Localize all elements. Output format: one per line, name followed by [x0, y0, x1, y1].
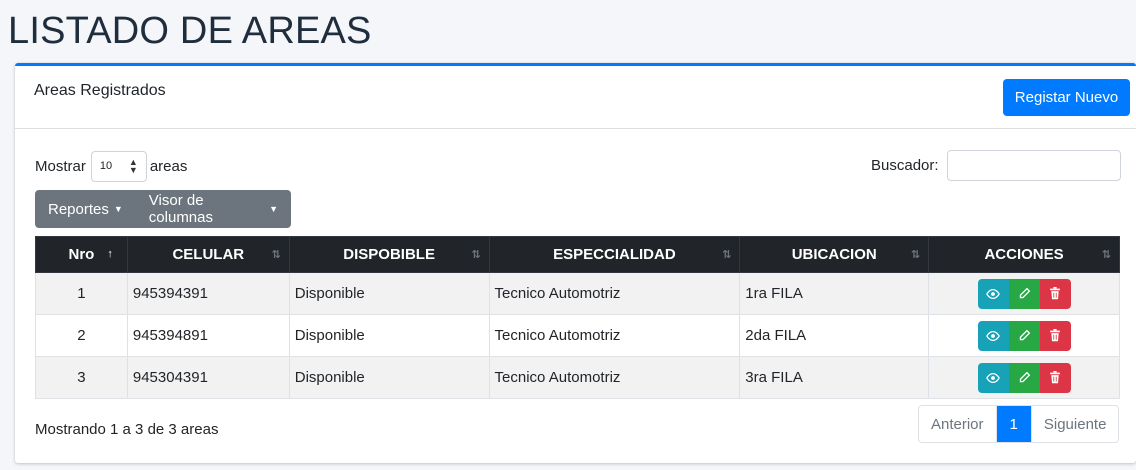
pagination-previous[interactable]: Anterior: [919, 406, 997, 442]
trash-icon: [1050, 329, 1060, 342]
pagination-next[interactable]: Siguiente: [1030, 406, 1119, 442]
card-title: Areas Registrados: [34, 82, 166, 99]
cell-ubicacion: 2da FILA: [739, 314, 930, 357]
table-row: 2 945394891 Disponible Tecnico Automotri…: [35, 314, 1120, 357]
sort-icon: ⇅: [1101, 249, 1111, 261]
cell-acciones: [928, 272, 1120, 315]
sort-icon: ⇅: [471, 249, 481, 261]
table-row: 1 945394391 Disponible Tecnico Automotri…: [35, 272, 1120, 315]
card-header: Areas Registrados Registar Nuevo: [15, 66, 1136, 129]
cell-acciones: [928, 356, 1120, 399]
edit-button[interactable]: [1008, 320, 1040, 351]
delete-button[interactable]: [1039, 362, 1071, 393]
cell-celular: 945394891: [126, 314, 290, 357]
page-length-select[interactable]: 10 ▲ ▼: [90, 150, 147, 182]
caret-down-icon: ▼: [113, 204, 123, 214]
column-visibility-button[interactable]: Visor de columnas ▼: [136, 190, 291, 228]
cell-nro: 2: [35, 314, 128, 357]
column-header-acciones[interactable]: ACCIONES ⇅: [928, 236, 1120, 273]
edit-button[interactable]: [1008, 362, 1040, 393]
search-control: Buscador:: [871, 150, 1121, 181]
page-length-control: Mostrar 10 ▲ ▼ areas: [35, 150, 187, 182]
caret-down-icon: ▼: [269, 204, 278, 214]
cell-celular: 945394391: [126, 272, 290, 315]
cell-nro: 3: [35, 356, 128, 399]
view-button[interactable]: [977, 362, 1009, 393]
cell-ubicacion: 1ra FILA: [739, 272, 930, 315]
edit-button[interactable]: [1008, 278, 1040, 309]
pencil-icon: [1019, 329, 1030, 341]
cell-nro: 1: [35, 272, 128, 315]
reports-label: Reportes: [48, 200, 109, 218]
cell-celular: 945304391: [126, 356, 290, 399]
table-header-row: Nro ↑ CELULAR ⇅ DISPOBIBLE ⇅ ESPECCIALIDAD ⇅…: [35, 236, 1120, 273]
pencil-icon: [1019, 287, 1030, 299]
cell-acciones: [928, 314, 1120, 357]
toolbar-button-group: Reportes ▼ Visor de columnas ▼: [35, 190, 291, 228]
sort-icon: ⇅: [910, 249, 921, 261]
columns-label: Visor de columnas: [148, 192, 213, 226]
cell-disponible: Disponible: [288, 314, 490, 357]
areas-table: Nro ↑ CELULAR ⇅ DISPOBIBLE ⇅ ESPECCIALIDAD ⇅…: [35, 236, 1120, 399]
cell-especialidad: Tecnico Automotriz: [488, 272, 741, 315]
page-length-value: 10: [99, 160, 113, 172]
sort-icon: ⇅: [722, 249, 732, 261]
cell-ubicacion: 3ra FILA: [739, 356, 930, 399]
page-title: LISTADO DE AREAS: [8, 10, 372, 52]
eye-icon: [986, 288, 1000, 299]
search-input[interactable]: [946, 150, 1121, 181]
column-header-ubicacion[interactable]: UBICACION ⇅: [739, 236, 930, 273]
view-button[interactable]: [977, 320, 1009, 351]
column-header-celular[interactable]: CELULAR ⇅: [126, 236, 290, 273]
search-label: Buscador:: [871, 157, 939, 174]
length-suffix: areas: [149, 157, 188, 175]
table-info: Mostrando 1 a 3 de 3 areas: [35, 421, 219, 438]
eye-icon: [986, 372, 1000, 383]
column-header-especialidad[interactable]: ESPECCIALIDAD ⇅: [488, 236, 741, 273]
cell-especialidad: Tecnico Automotriz: [488, 356, 741, 399]
delete-button[interactable]: [1039, 278, 1071, 309]
sort-asc-icon: ↑: [107, 248, 113, 260]
reports-dropdown-button[interactable]: Reportes ▼: [35, 190, 136, 228]
length-prefix: Mostrar: [35, 157, 86, 175]
cell-disponible: Disponible: [288, 272, 490, 315]
delete-button[interactable]: [1039, 320, 1071, 351]
select-caret-icon: ▲ ▼: [128, 157, 138, 175]
pagination-page-1[interactable]: 1: [996, 406, 1031, 442]
action-button-group: [934, 362, 1114, 393]
register-new-button[interactable]: Registar Nuevo: [1003, 79, 1130, 116]
column-header-disponible[interactable]: DISPOBIBLE ⇅: [288, 236, 490, 273]
trash-icon: [1050, 371, 1060, 384]
sort-icon: ⇅: [271, 249, 281, 261]
cell-disponible: Disponible: [288, 356, 490, 399]
pagination: Anterior 1 Siguiente: [918, 405, 1120, 443]
cell-especialidad: Tecnico Automotriz: [488, 314, 741, 357]
table-row: 3 945304391 Disponible Tecnico Automotri…: [35, 356, 1120, 399]
areas-card: Areas Registrados Registar Nuevo Mostrar…: [15, 63, 1136, 463]
trash-icon: [1050, 287, 1060, 300]
action-button-group: [934, 278, 1114, 309]
action-button-group: [934, 320, 1114, 351]
view-button[interactable]: [977, 278, 1009, 309]
eye-icon: [986, 330, 1000, 341]
column-header-nro[interactable]: Nro ↑: [35, 236, 128, 273]
pencil-icon: [1019, 371, 1030, 383]
